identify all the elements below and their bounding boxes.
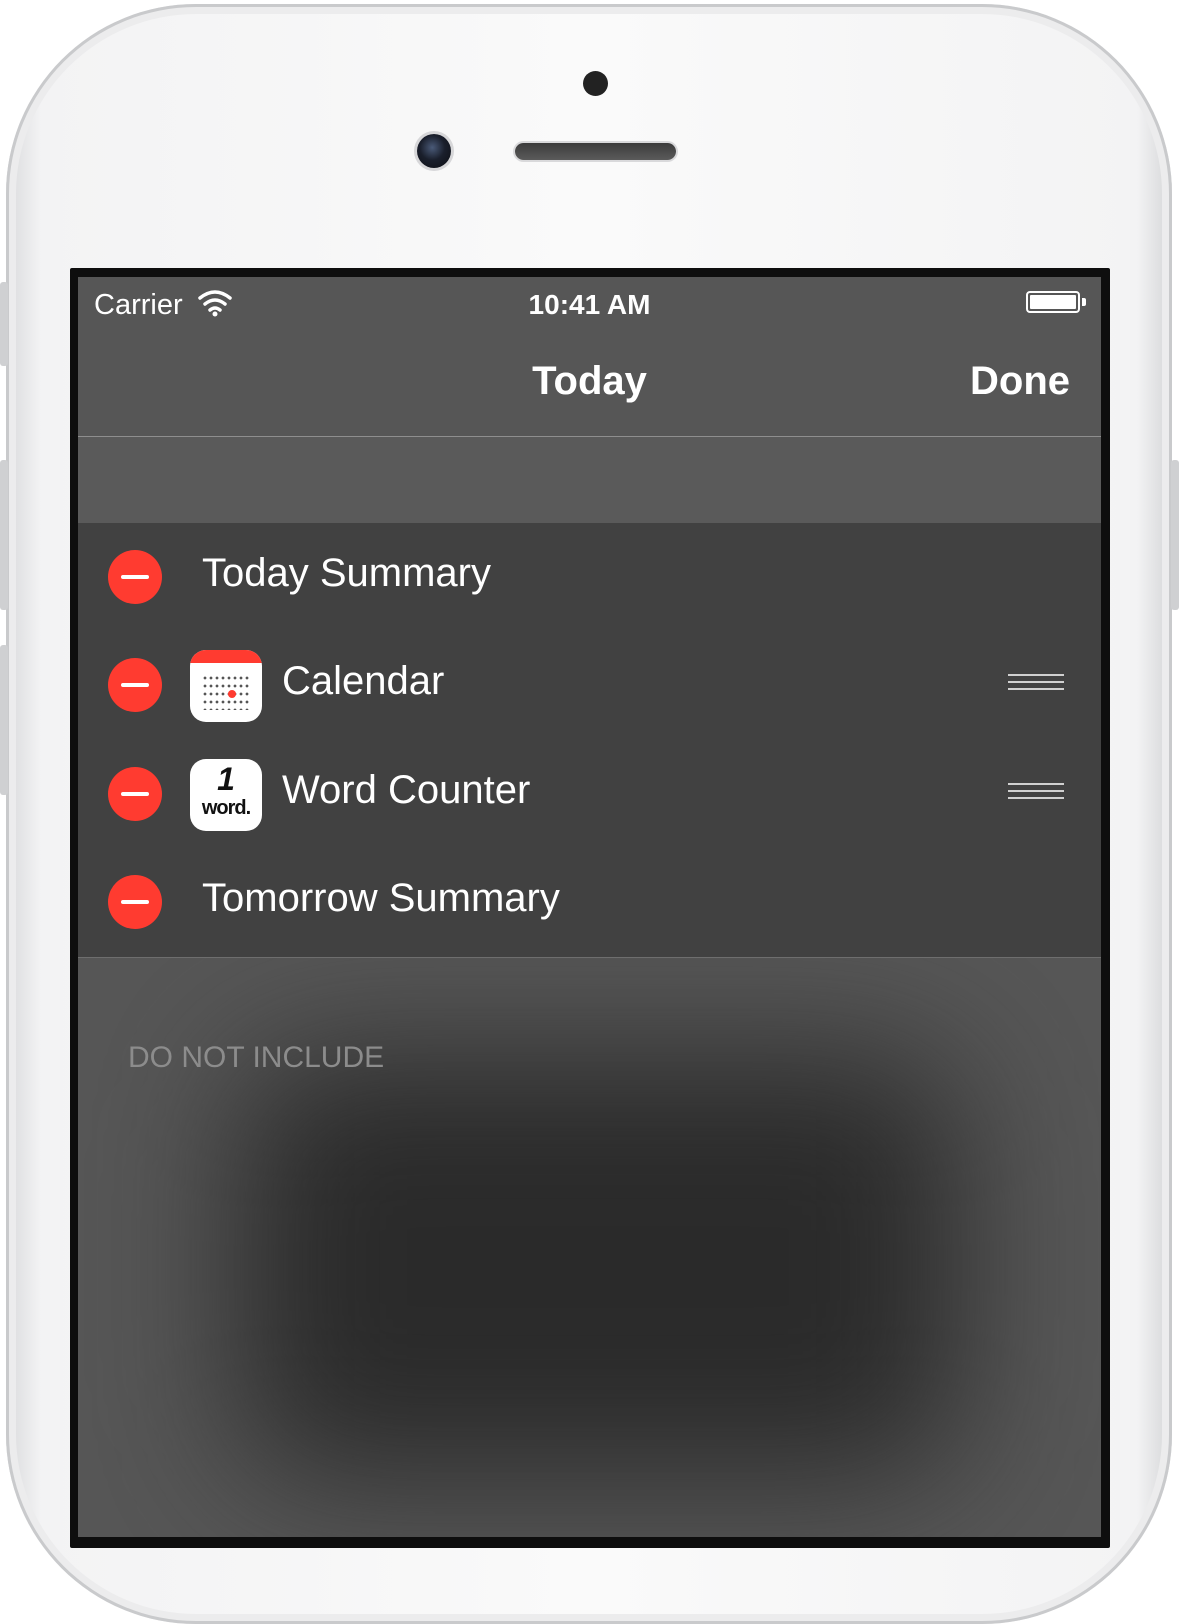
section-spacer	[78, 437, 1101, 523]
widget-label: Tomorrow Summary	[202, 876, 560, 920]
list-item: Calendar	[78, 631, 1101, 739]
side-button	[0, 282, 8, 366]
remove-widget-button[interactable]	[108, 550, 162, 604]
battery-tip	[1082, 298, 1086, 306]
widget-label: Word Counter	[282, 768, 531, 812]
status-time: 10:41 AM	[528, 289, 651, 320]
list-item: Today Summary	[78, 523, 1101, 631]
remove-widget-button[interactable]	[108, 658, 162, 712]
word-counter-app-icon: 1 word.	[190, 759, 262, 831]
list-item: Tomorrow Summary	[78, 848, 1101, 956]
power-button	[1171, 460, 1179, 610]
widget-label: Calendar	[282, 659, 445, 703]
reorder-handle-icon[interactable]	[1008, 783, 1064, 803]
navigation-bar: Today Done	[78, 335, 1101, 437]
remove-widget-button[interactable]	[108, 767, 162, 821]
reorder-handle-icon[interactable]	[1008, 674, 1064, 694]
proximity-sensor	[583, 71, 608, 96]
page-title: Today	[532, 359, 647, 403]
earpiece-speaker	[515, 143, 676, 160]
calendar-app-icon	[190, 650, 262, 722]
blurred-background	[238, 1057, 958, 1477]
status-bar: Carrier 10:41 AM	[78, 277, 1101, 335]
widget-list: Today Summary Calendar 1 word. Word Coun…	[78, 523, 1101, 958]
widget-label: Today Summary	[202, 551, 491, 595]
do-not-include-header: DO NOT INCLUDE	[128, 1041, 385, 1074]
volume-down-button	[0, 645, 8, 795]
volume-up-button	[0, 460, 8, 610]
battery-icon	[1026, 291, 1080, 313]
list-item: 1 word. Word Counter	[78, 740, 1101, 848]
screen: Carrier 10:41 AM Today Done Today Summar…	[78, 277, 1101, 1537]
front-camera	[417, 134, 451, 168]
done-button[interactable]: Done	[970, 359, 1070, 404]
remove-widget-button[interactable]	[108, 875, 162, 929]
